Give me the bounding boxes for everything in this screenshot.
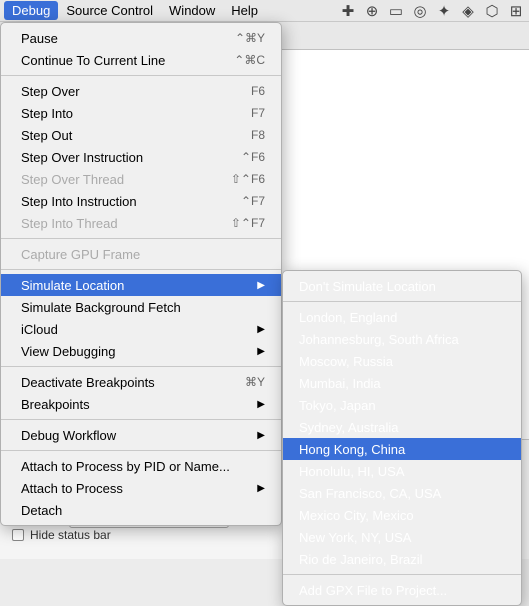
submenu-item-dont-simulate[interactable]: Don't Simulate Location	[283, 275, 521, 297]
toolbar-icons: ✚ ⊕ ▭ ◎ ✦ ◈ ⬡ ⊞	[339, 2, 525, 20]
hide-status-bar-label[interactable]: Hide status bar	[12, 528, 111, 542]
menu-item-step-into-thread[interactable]: Step Into Thread ⇧⌃F7	[1, 212, 281, 234]
location-submenu: Don't Simulate Location London, England …	[282, 270, 522, 606]
menu-item-attach-to-process[interactable]: Attach to Process ▶	[1, 477, 281, 499]
menu-window[interactable]: Window	[161, 1, 223, 20]
submenu-separator-1	[283, 301, 521, 302]
menu-item-deactivate-breakpoints[interactable]: Deactivate Breakpoints ⌘Y	[1, 371, 281, 393]
menu-item-step-over-instruction[interactable]: Step Over Instruction ⌃F6	[1, 146, 281, 168]
debug-workflow-arrow-icon: ▶	[257, 430, 265, 441]
menu-item-debug-workflow[interactable]: Debug Workflow ▶	[1, 424, 281, 446]
layers-icon[interactable]: ◈	[459, 2, 477, 20]
menu-item-simulate-bg-fetch[interactable]: Simulate Background Fetch	[1, 296, 281, 318]
menu-item-step-over[interactable]: Step Over F6	[1, 80, 281, 102]
circle-q-icon[interactable]: ◎	[411, 2, 429, 20]
separator-3	[1, 269, 281, 270]
attach-process-arrow-icon: ▶	[257, 483, 265, 494]
plus-cross-icon[interactable]: ✚	[339, 2, 357, 20]
hide-status-bar-checkbox[interactable]	[12, 529, 24, 541]
icloud-arrow-icon: ▶	[257, 324, 265, 335]
expand-icon[interactable]: ⊞	[507, 2, 525, 20]
menu-item-breakpoints[interactable]: Breakpoints ▶	[1, 393, 281, 415]
menu-help[interactable]: Help	[223, 1, 266, 20]
submenu-item-rio[interactable]: Rio de Janeiro, Brazil	[283, 548, 521, 570]
breakpoints-arrow-icon: ▶	[257, 399, 265, 410]
separator-5	[1, 419, 281, 420]
separator-2	[1, 238, 281, 239]
submenu-item-hong-kong[interactable]: Hong Kong, China	[283, 438, 521, 460]
view-debugging-arrow-icon: ▶	[257, 346, 265, 357]
submenu-arrow-icon: ▶	[257, 280, 265, 291]
menu-item-capture-gpu[interactable]: Capture GPU Frame	[1, 243, 281, 265]
debug-menu: Pause ⌃⌘Y Continue To Current Line ⌃⌘C S…	[0, 22, 282, 526]
menu-item-detach[interactable]: Detach	[1, 499, 281, 521]
rectangle-icon[interactable]: ▭	[387, 2, 405, 20]
submenu-item-mexico-city[interactable]: Mexico City, Mexico	[283, 504, 521, 526]
menu-item-icloud[interactable]: iCloud ▶	[1, 318, 281, 340]
shield-icon[interactable]: ⬡	[483, 2, 501, 20]
dropbox-icon[interactable]: ✦	[435, 2, 453, 20]
menu-item-view-debugging[interactable]: View Debugging ▶	[1, 340, 281, 362]
menu-source-control[interactable]: Source Control	[58, 1, 161, 20]
menu-item-continue-to-line[interactable]: Continue To Current Line ⌃⌘C	[1, 49, 281, 71]
submenu-item-san-francisco[interactable]: San Francisco, CA, USA	[283, 482, 521, 504]
submenu-separator-2	[283, 574, 521, 575]
separator-6	[1, 450, 281, 451]
menu-item-attach-by-pid[interactable]: Attach to Process by PID or Name...	[1, 455, 281, 477]
circle-p-icon[interactable]: ⊕	[363, 2, 381, 20]
menu-item-step-into[interactable]: Step Into F7	[1, 102, 281, 124]
submenu-item-add-gpx[interactable]: Add GPX File to Project...	[283, 579, 521, 601]
menu-item-step-into-instruction[interactable]: Step Into Instruction ⌃F7	[1, 190, 281, 212]
menu-item-pause[interactable]: Pause ⌃⌘Y	[1, 27, 281, 49]
menu-item-step-out[interactable]: Step Out F8	[1, 124, 281, 146]
menu-debug[interactable]: Debug	[4, 1, 58, 20]
submenu-item-tokyo[interactable]: Tokyo, Japan	[283, 394, 521, 416]
menu-item-step-over-thread[interactable]: Step Over Thread ⇧⌃F6	[1, 168, 281, 190]
submenu-item-johannesburg[interactable]: Johannesburg, South Africa	[283, 328, 521, 350]
submenu-item-mumbai[interactable]: Mumbai, India	[283, 372, 521, 394]
menu-bar: Debug Source Control Window Help ✚ ⊕ ▭ ◎…	[0, 0, 529, 22]
submenu-item-new-york[interactable]: New York, NY, USA	[283, 526, 521, 548]
separator-4	[1, 366, 281, 367]
submenu-item-sydney[interactable]: Sydney, Australia	[283, 416, 521, 438]
menu-item-simulate-location[interactable]: Simulate Location ▶ Don't Simulate Locat…	[1, 274, 281, 296]
submenu-item-moscow[interactable]: Moscow, Russia	[283, 350, 521, 372]
submenu-item-honolulu[interactable]: Honolulu, HI, USA	[283, 460, 521, 482]
separator-1	[1, 75, 281, 76]
submenu-item-london[interactable]: London, England	[283, 306, 521, 328]
